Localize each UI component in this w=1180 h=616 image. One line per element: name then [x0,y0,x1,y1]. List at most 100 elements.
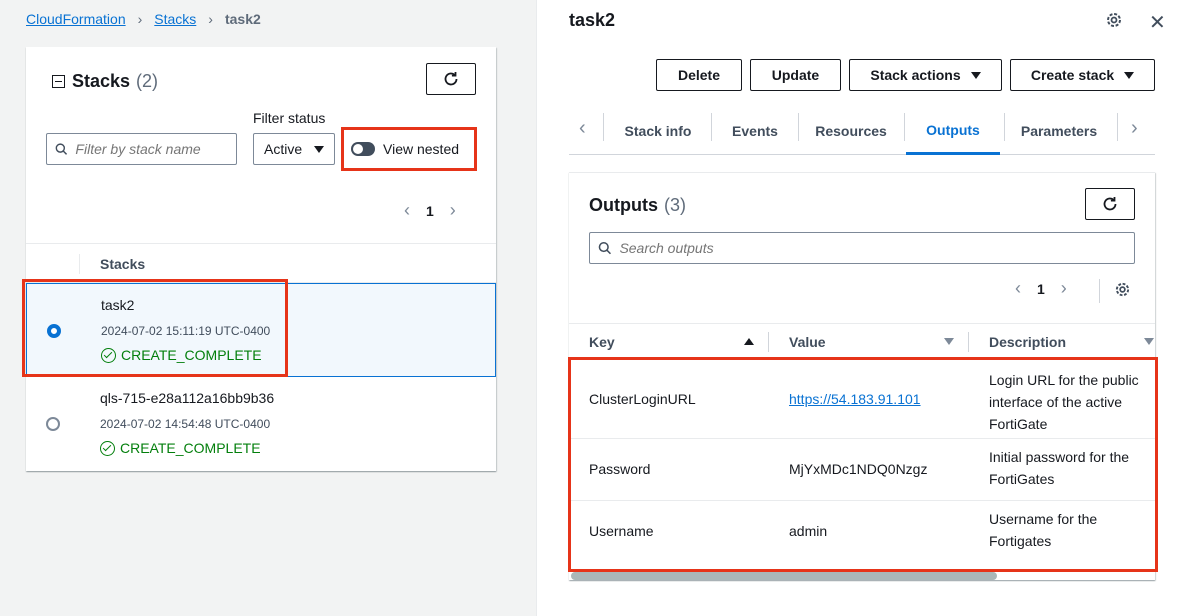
tab-divider [1004,113,1005,141]
stacks-title: Stacks [72,71,131,91]
stacks-page: CloudFormation › Stacks › task2 Stacks (… [0,0,536,616]
tab-divider [798,113,799,141]
stack-search-field[interactable] [46,133,237,165]
output-description: Username for the Fortigates [989,511,1098,549]
chevron-left-icon[interactable]: ‹ [404,200,410,221]
output-key: Username [589,523,654,539]
sort-ascending-icon[interactable] [744,338,754,345]
output-key: ClusterLoginURL [589,391,696,407]
stack-actions-button[interactable]: Stack actions [849,59,1002,91]
stacks-card: Stacks (2) Filter status Active View nes… [22,47,496,471]
stack-status: CREATE_COMPLETE [100,440,261,456]
chevron-right-icon: › [208,11,213,27]
tab-events[interactable]: Events [715,107,795,155]
output-row: Username admin Username for the Fortigat… [569,501,1155,563]
stack-radio[interactable] [47,324,61,338]
stacks-column-header[interactable]: Stacks [100,256,145,272]
outputs-pagination: ‹ 1 › [1015,278,1067,299]
success-check-icon [100,440,115,456]
caret-down-icon [970,71,981,79]
stack-row[interactable]: qls-715-e28a112a16bb9b36 2024-07-02 14:5… [26,377,496,471]
view-nested-highlight: View nested [341,127,477,171]
search-icon [55,143,68,155]
create-stack-button[interactable]: Create stack [1010,59,1155,91]
caret-down-icon [1124,71,1135,79]
outputs-search-input[interactable] [619,240,1134,256]
stack-status-text: CREATE_COMPLETE [121,347,262,363]
update-button[interactable]: Update [750,59,841,91]
tab-divider [904,113,905,141]
sort-icon[interactable] [1144,338,1154,345]
stack-row[interactable]: task2 2024-07-02 15:11:19 UTC-0400 CREAT… [26,283,496,377]
breadcrumb-cloudformation[interactable]: CloudFormation [26,11,126,27]
refresh-stacks-button[interactable] [426,63,476,95]
filter-status-label: Filter status [253,110,326,126]
cluster-login-url-link[interactable]: https://54.183.91.101 [789,391,921,407]
status-filter-value: Active [264,141,303,157]
outputs-heading: Outputs (3) [589,195,686,216]
create-stack-label: Create stack [1030,67,1115,83]
output-description: Initial password for the FortiGates [989,449,1130,487]
chevron-right-icon[interactable]: › [450,200,456,221]
stack-name: task2 [101,297,135,313]
chevron-left-icon[interactable]: ‹ [579,117,586,140]
key-column-header[interactable]: Key [589,334,615,350]
outputs-table-header: Key Value Description [569,323,1155,359]
tab-stack-info[interactable]: Stack info [609,107,707,155]
chevron-right-icon[interactable]: › [1061,278,1067,299]
output-row: Password MjYxMDc1NDQ0Nzgz Initial passwo… [569,439,1155,501]
stack-date: 2024-07-02 15:11:19 UTC-0400 [101,324,271,338]
view-nested-toggle[interactable] [351,142,375,156]
stack-date: 2024-07-02 14:54:48 UTC-0400 [100,417,271,431]
output-value: MjYxMDc1NDQ0Nzgz [789,461,928,477]
search-icon [598,241,612,255]
chevron-right-icon[interactable]: › [1131,117,1138,140]
stack-status: CREATE_COMPLETE [101,347,262,363]
page-number[interactable]: 1 [1037,281,1045,297]
gear-icon[interactable] [1105,11,1123,29]
tab-parameters[interactable]: Parameters [1007,107,1111,155]
status-filter-select[interactable]: Active [253,133,335,165]
update-label: Update [771,67,820,83]
chevron-left-icon[interactable]: ‹ [1015,278,1021,299]
stacks-table-header: Stacks [26,243,496,283]
page-number[interactable]: 1 [426,203,434,219]
output-key: Password [589,461,651,477]
tab-resources[interactable]: Resources [803,107,899,155]
output-description: Login URL for the public interface of th… [989,372,1139,432]
horizontal-scrollbar[interactable] [571,572,997,580]
outputs-title: Outputs [589,195,658,215]
outputs-card: Outputs (3) ‹ 1 › Key [569,172,1155,580]
breadcrumb-stacks[interactable]: Stacks [154,11,196,27]
stack-detail-panel: task2 ✕ Delete Update Stack actions Crea… [536,0,1180,616]
stack-name: qls-715-e28a112a16bb9b36 [100,390,275,406]
stack-actions-label: Stack actions [870,67,961,83]
gear-icon[interactable] [1114,281,1131,298]
column-divider [768,332,769,352]
refresh-icon [444,72,458,86]
breadcrumb: CloudFormation › Stacks › task2 [26,11,261,27]
stack-search-input[interactable] [75,141,236,157]
refresh-outputs-button[interactable] [1085,188,1135,220]
stacks-count: (2) [136,71,159,91]
refresh-icon [1103,197,1117,211]
description-column-header[interactable]: Description [989,334,1066,350]
stacks-heading: Stacks (2) [52,71,158,92]
view-nested-label: View nested [383,141,460,157]
sort-icon[interactable] [944,338,954,345]
column-divider [968,332,969,352]
outputs-search-field[interactable] [589,232,1135,264]
tab-divider [603,113,604,141]
delete-label: Delete [677,67,721,83]
pager-divider [1099,279,1100,303]
value-column-header[interactable]: Value [789,334,826,350]
delete-button[interactable]: Delete [656,59,742,91]
tab-outputs[interactable]: Outputs [906,107,1000,155]
stacks-pagination: ‹ 1 › [404,200,456,221]
success-check-icon [101,347,116,363]
chevron-right-icon: › [137,11,143,27]
stack-radio[interactable] [46,417,60,431]
close-icon[interactable]: ✕ [1149,10,1166,35]
collapse-icon[interactable] [52,75,65,88]
column-divider [79,254,80,274]
